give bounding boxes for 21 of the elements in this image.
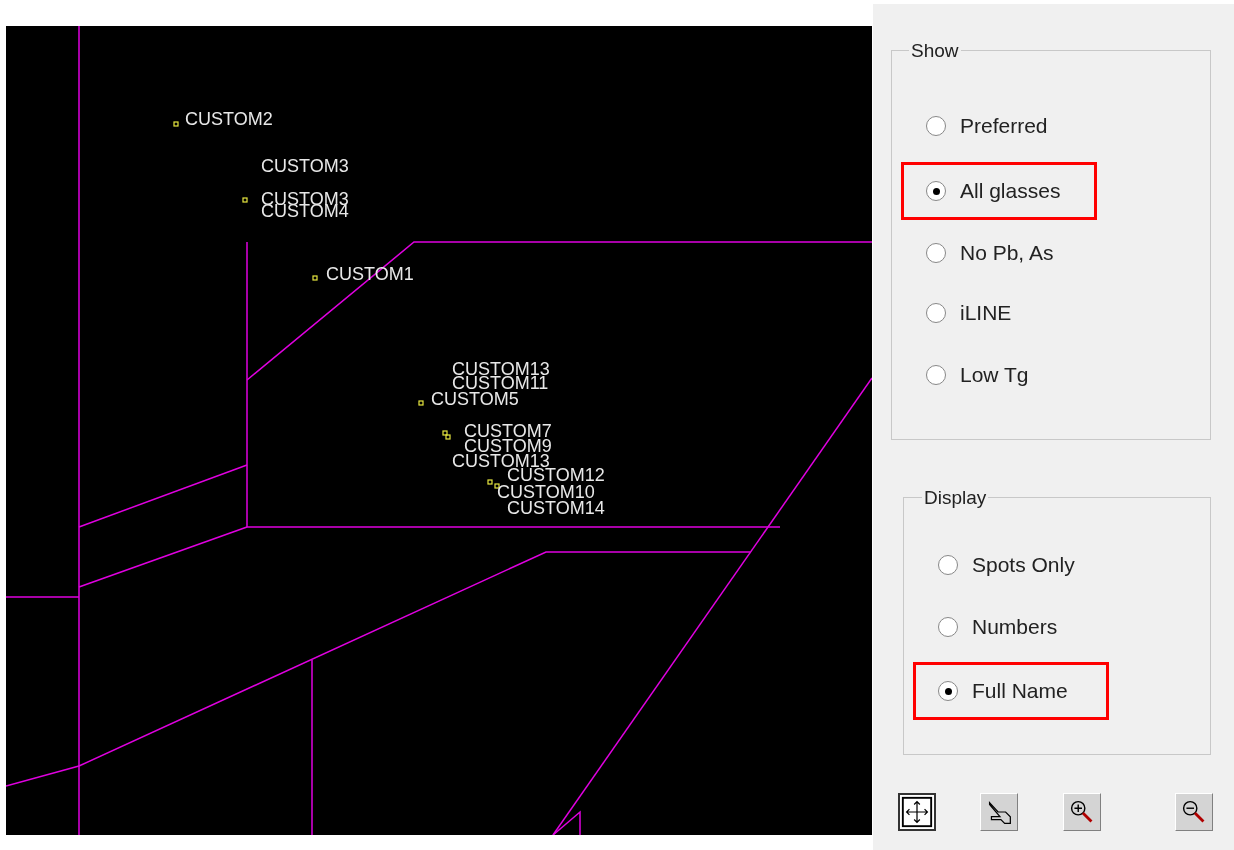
radio-button[interactable] (938, 681, 958, 701)
radio-label[interactable]: No Pb, As (960, 237, 1054, 269)
radio-button[interactable] (926, 181, 946, 201)
glass-label: CUSTOM2 (185, 109, 273, 129)
radio-button[interactable] (926, 303, 946, 323)
tool-button[interactable] (898, 793, 936, 831)
radio-label[interactable]: Full Name (972, 675, 1068, 707)
radio-label[interactable]: Low Tg (960, 359, 1029, 391)
radio-button[interactable] (926, 243, 946, 263)
radio-label[interactable]: Spots Only (972, 549, 1075, 581)
glass-label: CUSTOM5 (431, 389, 519, 409)
radio-label[interactable]: iLINE (960, 297, 1012, 329)
radio-button[interactable] (926, 116, 946, 136)
radio-button[interactable] (938, 555, 958, 575)
radio-button[interactable] (938, 617, 958, 637)
radio-label[interactable]: Preferred (960, 110, 1048, 142)
fit-arrows-icon (900, 795, 934, 829)
radio-label[interactable]: All glasses (960, 175, 1061, 207)
radio-button[interactable] (926, 365, 946, 385)
glass-label: CUSTOM3 (261, 156, 349, 176)
radio-label[interactable]: Numbers (972, 611, 1058, 643)
